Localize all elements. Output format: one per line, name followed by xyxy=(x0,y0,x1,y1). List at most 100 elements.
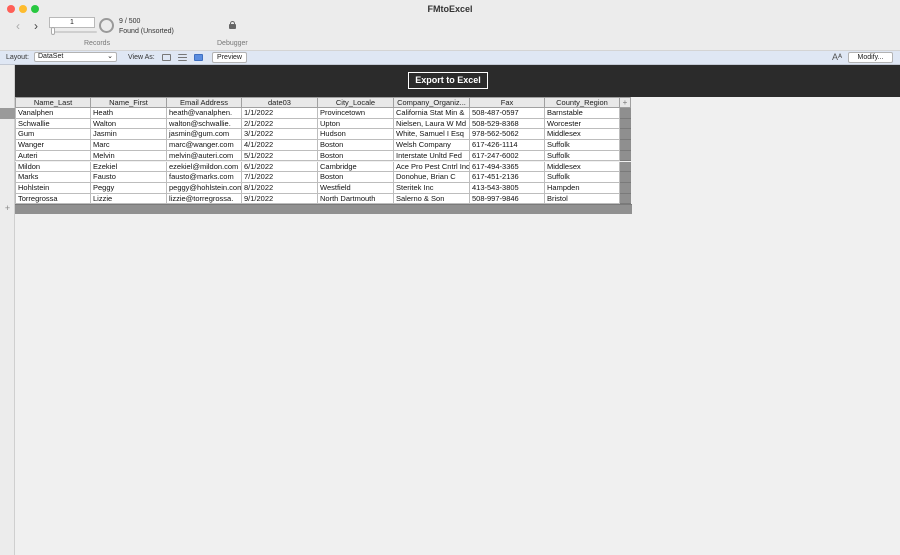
table-cell[interactable]: 413-543-3805 xyxy=(470,182,545,194)
table-cell[interactable]: Steritek Inc xyxy=(394,182,470,194)
table-cell[interactable]: 6/1/2022 xyxy=(242,161,318,173)
table-cell[interactable]: Ace Pro Pest Cntrl Inc xyxy=(394,161,470,173)
table-cell[interactable]: North Dartmouth xyxy=(318,193,394,205)
chevron-right-icon[interactable]: › xyxy=(30,20,42,32)
table-cell[interactable]: ezekiel@mildon.com xyxy=(167,161,242,173)
chevron-left-icon[interactable]: ‹ xyxy=(12,20,24,32)
table-cell[interactable]: 617-247-6002 xyxy=(470,150,545,162)
preview-button[interactable]: Preview xyxy=(212,52,247,63)
table-cell[interactable]: Boston xyxy=(318,150,394,162)
record-slider-track[interactable] xyxy=(51,31,97,33)
table-cell[interactable]: 1/1/2022 xyxy=(242,108,318,119)
row-selector[interactable] xyxy=(0,183,15,194)
table-cell[interactable]: Worcester xyxy=(545,118,620,130)
table-row[interactable]: Wanger Marc marc@wanger.com 4/1/2022 Boston W… xyxy=(15,140,632,151)
row-selector[interactable] xyxy=(0,129,15,140)
table-cell[interactable]: Interstate Unltd Fed xyxy=(394,150,470,162)
table-cell[interactable]: jasmin@gum.com xyxy=(167,129,242,141)
table-cell[interactable]: Auteri xyxy=(15,150,91,162)
form-view-icon[interactable] xyxy=(162,54,171,61)
row-selector[interactable] xyxy=(0,172,15,183)
table-cell[interactable]: Gum xyxy=(15,129,91,141)
table-row[interactable]: Auteri Melvin melvin@auteri.com 5/1/2022 Bos… xyxy=(15,150,632,162)
table-cell[interactable]: Welsh Company xyxy=(394,140,470,151)
table-cell[interactable]: 9/1/2022 xyxy=(242,193,318,205)
column-header[interactable]: County_Region xyxy=(545,97,620,108)
column-header[interactable]: City_Locale xyxy=(318,97,394,108)
table-cell[interactable]: Vanalphen xyxy=(15,108,91,119)
row-selector[interactable] xyxy=(0,151,15,162)
table-cell[interactable]: Ezekiel xyxy=(91,161,167,173)
table-cell[interactable]: 617-426-1114 xyxy=(470,140,545,151)
table-cell[interactable]: 2/1/2022 xyxy=(242,118,318,130)
table-cell[interactable]: Torregrossa xyxy=(15,193,91,205)
table-row[interactable]: Mildon Ezekiel ezekiel@mildon.com 6/1/2022 C… xyxy=(15,161,632,173)
table-cell[interactable]: Middlesex xyxy=(545,161,620,173)
table-cell[interactable]: Boston xyxy=(318,172,394,183)
table-cell[interactable]: peggy@hohlstein.com xyxy=(167,182,242,194)
table-cell[interactable]: 4/1/2022 xyxy=(242,140,318,151)
row-selector[interactable] xyxy=(0,140,15,151)
row-selector[interactable] xyxy=(0,162,15,173)
table-cell[interactable]: lizzie@torregrossa. xyxy=(167,193,242,205)
table-cell[interactable]: Nielsen, Laura W Md xyxy=(394,118,470,130)
row-selector[interactable] xyxy=(0,119,15,130)
table-cell[interactable]: 617-494-3365 xyxy=(470,161,545,173)
record-number-input[interactable]: 1 xyxy=(49,17,95,28)
table-cell[interactable]: 3/1/2022 xyxy=(242,129,318,141)
table-cell[interactable]: Mildon xyxy=(15,161,91,173)
table-cell[interactable]: Hampden xyxy=(545,182,620,194)
table-cell[interactable]: Fausto xyxy=(91,172,167,183)
table-cell[interactable]: Melvin xyxy=(91,150,167,162)
column-header[interactable]: Name_First xyxy=(91,97,167,108)
export-to-excel-button[interactable]: Export to Excel xyxy=(408,72,488,89)
table-cell[interactable]: heath@vanalphen. xyxy=(167,108,242,119)
table-cell[interactable]: Barnstable xyxy=(545,108,620,119)
table-cell[interactable]: 617-451-2136 xyxy=(470,172,545,183)
row-selector[interactable] xyxy=(0,108,15,119)
table-cell[interactable]: Bristol xyxy=(545,193,620,205)
layout-dropdown[interactable]: DataSet ⌄ xyxy=(34,52,117,62)
table-cell[interactable]: marc@wanger.com xyxy=(167,140,242,151)
font-size-icon[interactable]: Aᴬ xyxy=(832,52,842,62)
table-cell[interactable]: 978-562-5062 xyxy=(470,129,545,141)
table-row[interactable]: Gum Jasmin jasmin@gum.com 3/1/2022 Hudson Whi… xyxy=(15,129,632,141)
table-cell[interactable]: California Stat Min & xyxy=(394,108,470,119)
table-cell[interactable]: Hudson xyxy=(318,129,394,141)
table-cell[interactable]: 508-997-9846 xyxy=(470,193,545,205)
column-header[interactable]: Fax xyxy=(470,97,545,108)
table-cell[interactable]: Salerno & Son xyxy=(394,193,470,205)
table-cell[interactable]: Suffolk xyxy=(545,150,620,162)
table-cell[interactable]: 7/1/2022 xyxy=(242,172,318,183)
table-row[interactable]: Schwallie Walton walton@schwallie. 2/1/2022… xyxy=(15,118,632,130)
table-cell[interactable]: 508-487-0597 xyxy=(470,108,545,119)
table-cell[interactable]: Jasmin xyxy=(91,129,167,141)
table-cell[interactable]: Westfield xyxy=(318,182,394,194)
column-header[interactable]: Company_Organiz... xyxy=(394,97,470,108)
add-row-icon[interactable]: + xyxy=(0,204,15,214)
table-cell[interactable]: walton@schwallie. xyxy=(167,118,242,130)
table-cell[interactable]: Donohue, Brian C xyxy=(394,172,470,183)
column-header[interactable]: Email Address xyxy=(167,97,242,108)
table-cell[interactable]: Marks xyxy=(15,172,91,183)
column-header[interactable]: Name_Last xyxy=(15,97,91,108)
column-header[interactable]: date03 xyxy=(242,97,318,108)
add-column-icon[interactable]: + xyxy=(620,97,631,108)
table-cell[interactable]: Wanger xyxy=(15,140,91,151)
table-cell[interactable]: Hohlstein xyxy=(15,182,91,194)
table-cell[interactable]: Upton xyxy=(318,118,394,130)
record-slider-handle[interactable] xyxy=(51,27,55,35)
table-cell[interactable]: 8/1/2022 xyxy=(242,182,318,194)
table-row[interactable]: Torregrossa Lizzie lizzie@torregrossa. 9/1/… xyxy=(15,193,632,205)
table-cell[interactable]: melvin@auteri.com xyxy=(167,150,242,162)
table-row[interactable]: Vanalphen Heath heath@vanalphen. 1/1/2022 Pr… xyxy=(0,108,632,119)
table-cell[interactable]: Suffolk xyxy=(545,140,620,151)
table-cell[interactable]: Marc xyxy=(91,140,167,151)
table-view-icon[interactable] xyxy=(194,54,203,61)
table-cell[interactable]: Peggy xyxy=(91,182,167,194)
table-cell[interactable]: White, Samuel I Esq xyxy=(394,129,470,141)
table-cell[interactable]: Schwallie xyxy=(15,118,91,130)
table-row[interactable]: Marks Fausto fausto@marks.com 7/1/2022 Bosto… xyxy=(15,172,632,183)
lock-icon[interactable] xyxy=(229,21,236,29)
table-cell[interactable]: 5/1/2022 xyxy=(242,150,318,162)
